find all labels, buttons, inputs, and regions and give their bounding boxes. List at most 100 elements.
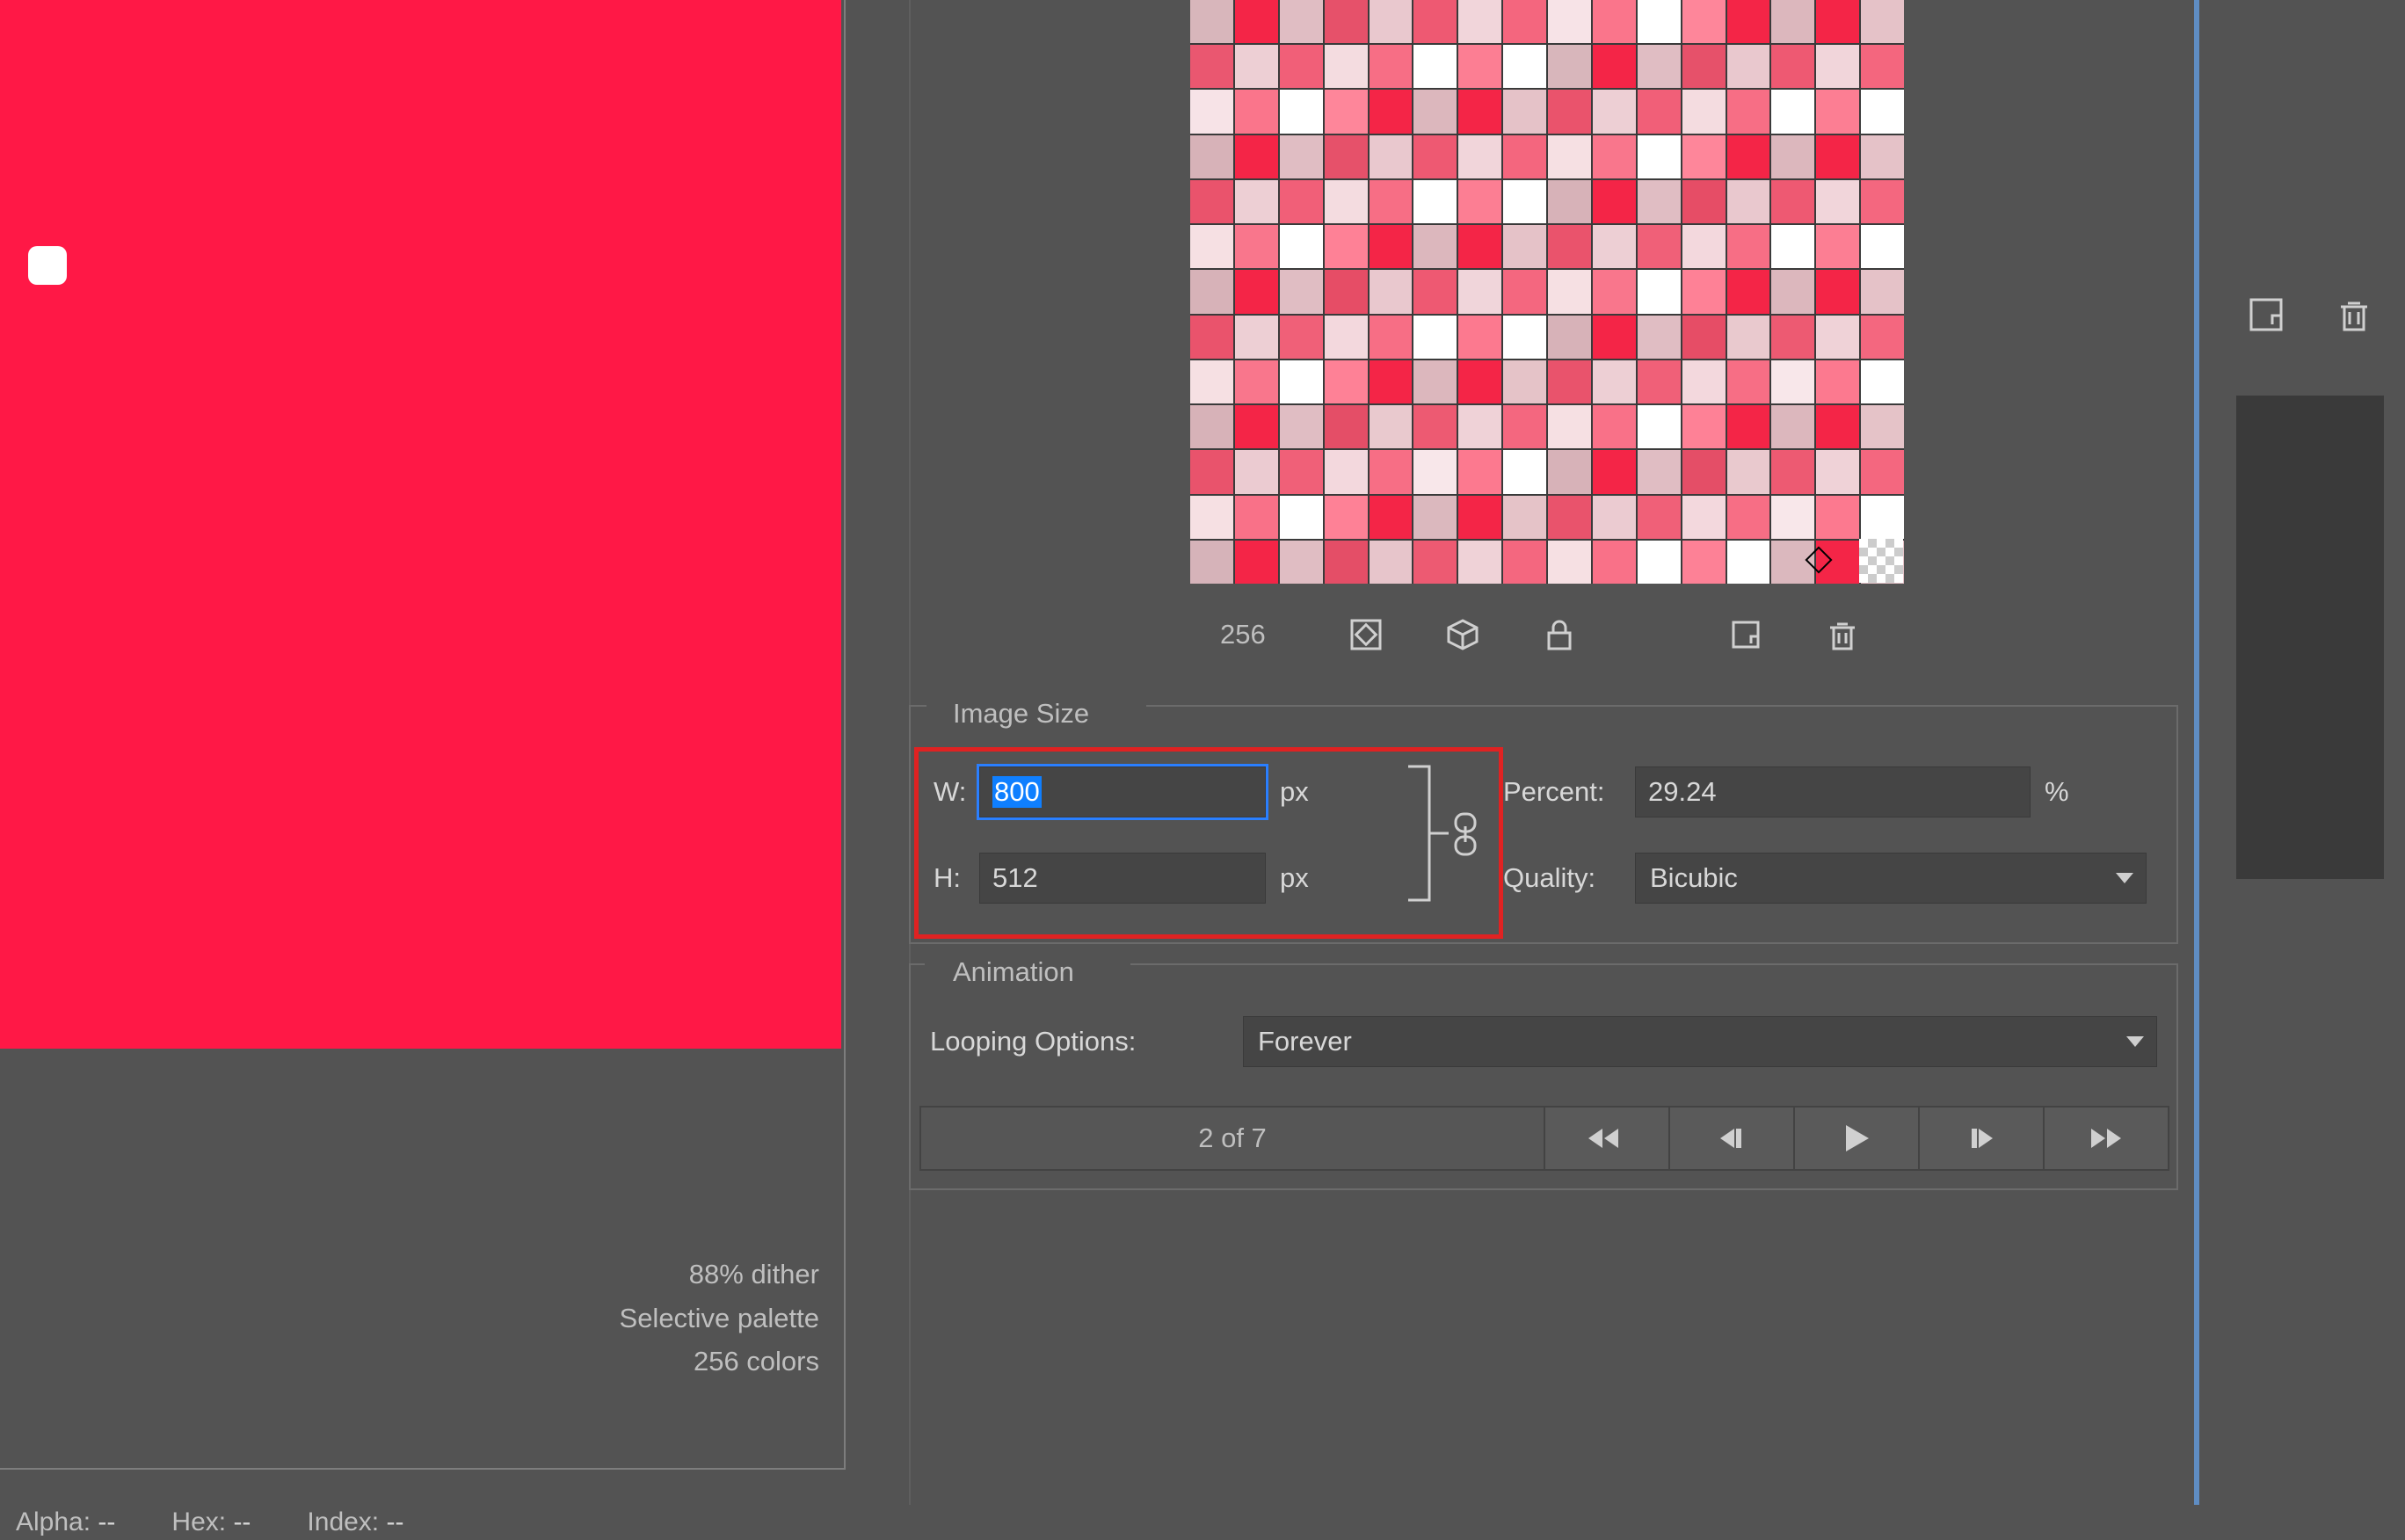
color-swatch[interactable] bbox=[1771, 225, 1814, 268]
color-swatch[interactable] bbox=[1413, 270, 1457, 313]
color-swatch[interactable] bbox=[1816, 316, 1859, 359]
color-swatch[interactable] bbox=[1370, 180, 1413, 223]
color-swatch[interactable] bbox=[1235, 405, 1278, 448]
color-swatch[interactable] bbox=[1638, 0, 1681, 43]
percent-input[interactable]: 29.24 bbox=[1635, 766, 2031, 817]
color-swatch[interactable] bbox=[1413, 541, 1457, 584]
color-swatch[interactable] bbox=[1235, 45, 1278, 88]
color-swatch[interactable] bbox=[1503, 541, 1546, 584]
color-swatch[interactable] bbox=[1816, 270, 1859, 313]
color-swatch[interactable] bbox=[1682, 360, 1726, 403]
color-swatch[interactable] bbox=[1325, 135, 1368, 178]
color-swatch[interactable] bbox=[1727, 270, 1770, 313]
color-swatch[interactable] bbox=[1370, 360, 1413, 403]
color-swatch[interactable] bbox=[1280, 180, 1323, 223]
color-swatch[interactable] bbox=[1727, 90, 1770, 133]
color-swatch[interactable] bbox=[1458, 541, 1501, 584]
rewind-button[interactable] bbox=[1544, 1108, 1668, 1169]
color-swatch[interactable] bbox=[1325, 496, 1368, 539]
color-swatch[interactable] bbox=[1638, 360, 1681, 403]
color-swatch[interactable] bbox=[1280, 135, 1323, 178]
transparent-swatch-icon[interactable] bbox=[1859, 539, 1903, 583]
color-swatch[interactable] bbox=[1816, 450, 1859, 493]
color-swatch[interactable] bbox=[1235, 316, 1278, 359]
color-swatch[interactable] bbox=[1861, 45, 1904, 88]
color-swatch[interactable] bbox=[1413, 316, 1457, 359]
color-swatch[interactable] bbox=[1548, 496, 1591, 539]
color-swatch[interactable] bbox=[1503, 270, 1546, 313]
color-swatch[interactable] bbox=[1235, 180, 1278, 223]
color-swatch[interactable] bbox=[1503, 180, 1546, 223]
color-swatch[interactable] bbox=[1280, 496, 1323, 539]
color-swatch[interactable] bbox=[1280, 90, 1323, 133]
color-swatch[interactable] bbox=[1593, 180, 1636, 223]
color-swatch[interactable] bbox=[1325, 90, 1368, 133]
color-swatch[interactable] bbox=[1413, 180, 1457, 223]
color-swatch[interactable] bbox=[1503, 405, 1546, 448]
color-swatch[interactable] bbox=[1548, 405, 1591, 448]
color-swatch[interactable] bbox=[1548, 450, 1591, 493]
color-swatch[interactable] bbox=[1593, 316, 1636, 359]
color-swatch[interactable] bbox=[1413, 45, 1457, 88]
color-swatch[interactable] bbox=[1771, 0, 1814, 43]
color-swatch[interactable] bbox=[1413, 0, 1457, 43]
color-swatch[interactable] bbox=[1682, 90, 1726, 133]
constrain-proportions-toggle[interactable] bbox=[1401, 754, 1489, 905]
color-swatch[interactable] bbox=[1280, 0, 1323, 43]
color-swatch[interactable] bbox=[1727, 225, 1770, 268]
color-swatch[interactable] bbox=[1235, 225, 1278, 268]
color-swatch[interactable] bbox=[1280, 225, 1323, 268]
color-swatch[interactable] bbox=[1816, 496, 1859, 539]
color-swatch[interactable] bbox=[1325, 360, 1368, 403]
color-swatch[interactable] bbox=[1638, 135, 1681, 178]
color-swatch[interactable] bbox=[1727, 45, 1770, 88]
color-swatch[interactable] bbox=[1280, 541, 1323, 584]
color-swatch[interactable] bbox=[1771, 450, 1814, 493]
color-swatch[interactable] bbox=[1235, 270, 1278, 313]
color-swatch[interactable] bbox=[1638, 450, 1681, 493]
prev-frame-button[interactable] bbox=[1668, 1108, 1793, 1169]
color-swatch[interactable] bbox=[1458, 270, 1501, 313]
color-swatch[interactable] bbox=[1727, 316, 1770, 359]
color-swatch[interactable] bbox=[1548, 90, 1591, 133]
trash-icon[interactable] bbox=[2329, 290, 2379, 339]
color-swatch[interactable] bbox=[1638, 225, 1681, 268]
color-swatch[interactable] bbox=[1235, 450, 1278, 493]
color-swatch[interactable] bbox=[1413, 90, 1457, 133]
color-swatch[interactable] bbox=[1280, 45, 1323, 88]
color-swatch[interactable] bbox=[1771, 270, 1814, 313]
color-swatch[interactable] bbox=[1190, 541, 1233, 584]
color-swatch[interactable] bbox=[1593, 450, 1636, 493]
color-swatch[interactable] bbox=[1727, 0, 1770, 43]
color-swatch[interactable] bbox=[1280, 405, 1323, 448]
color-swatch[interactable] bbox=[1727, 135, 1770, 178]
color-swatch[interactable] bbox=[1370, 135, 1413, 178]
color-swatch[interactable] bbox=[1458, 90, 1501, 133]
color-swatch[interactable] bbox=[1503, 0, 1546, 43]
color-swatch[interactable] bbox=[1771, 45, 1814, 88]
new-swatch-icon[interactable] bbox=[1725, 614, 1767, 656]
color-swatch[interactable] bbox=[1413, 450, 1457, 493]
next-frame-button[interactable] bbox=[1918, 1108, 2043, 1169]
color-swatch[interactable] bbox=[1816, 405, 1859, 448]
color-swatch[interactable] bbox=[1727, 541, 1770, 584]
color-swatch[interactable] bbox=[1638, 496, 1681, 539]
color-swatch[interactable] bbox=[1190, 496, 1233, 539]
color-swatch[interactable] bbox=[1593, 270, 1636, 313]
color-swatch[interactable] bbox=[1235, 496, 1278, 539]
color-swatch[interactable] bbox=[1325, 541, 1368, 584]
color-swatch[interactable] bbox=[1816, 180, 1859, 223]
color-swatch[interactable] bbox=[1235, 360, 1278, 403]
color-swatch[interactable] bbox=[1682, 405, 1726, 448]
color-swatch[interactable] bbox=[1325, 0, 1368, 43]
snap-to-web-icon[interactable] bbox=[1345, 614, 1387, 656]
color-swatch[interactable] bbox=[1235, 541, 1278, 584]
color-swatch[interactable] bbox=[1190, 90, 1233, 133]
color-swatch[interactable] bbox=[1503, 225, 1546, 268]
color-swatch[interactable] bbox=[1593, 360, 1636, 403]
color-swatch[interactable] bbox=[1771, 541, 1814, 584]
color-swatch[interactable] bbox=[1458, 135, 1501, 178]
color-swatch[interactable] bbox=[1861, 316, 1904, 359]
color-swatch[interactable] bbox=[1682, 270, 1726, 313]
color-swatch[interactable] bbox=[1771, 135, 1814, 178]
